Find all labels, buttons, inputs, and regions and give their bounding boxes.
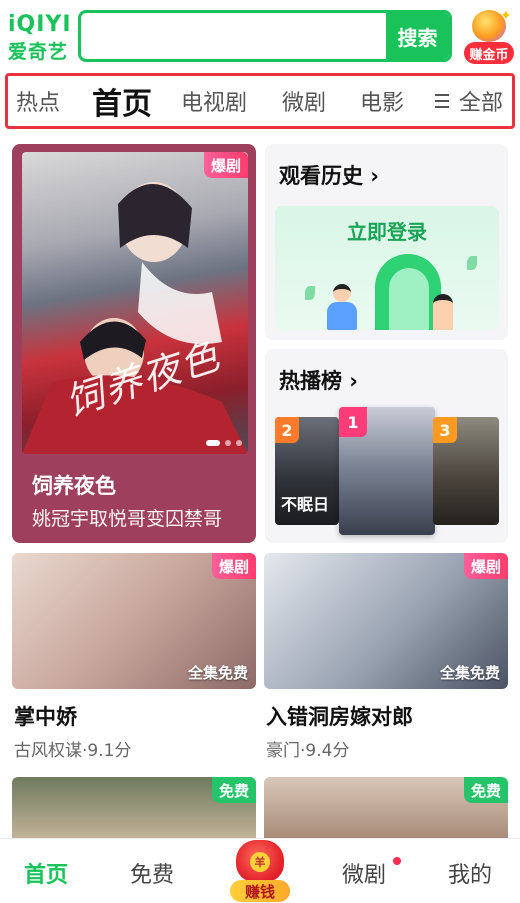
channel-tabs: 热点 首页 电视剧 微剧 电影 全部 <box>5 73 515 129</box>
login-prompt[interactable]: 立即登录 <box>275 206 499 330</box>
bottom-nav-earn[interactable]: 羊 赚钱 <box>230 838 290 902</box>
person-illustration <box>327 284 357 330</box>
featured-poster: 饲养夜色 爆剧 <box>22 152 248 454</box>
watch-history-card[interactable]: 观看历史 › 立即登录 <box>265 144 508 340</box>
leaf-decoration <box>467 256 477 270</box>
drama-thumbnail: 免费 <box>264 777 508 839</box>
free-badge: 免费 <box>211 777 256 803</box>
tab-all-label: 全部 <box>459 91 504 116</box>
sparkle-icon: ✦ <box>500 8 512 24</box>
search-input[interactable] <box>81 13 389 59</box>
drama-card[interactable]: 免费 <box>264 777 508 839</box>
earn-coin-label: 赚金币 <box>464 42 514 64</box>
logo-text-en: iQIYI <box>8 12 72 37</box>
drama-title: 掌中娇 <box>14 705 77 729</box>
drama-thumbnail: 爆剧 全集免费 <box>12 553 256 689</box>
carousel-dots[interactable] <box>206 440 242 446</box>
featured-title: 饲养夜色 <box>32 474 116 498</box>
earn-coin-button[interactable]: ✦ 赚金币 <box>462 8 516 66</box>
drama-thumbnail: 爆剧 全集免费 <box>264 553 508 689</box>
featured-subtitle: 姚冠宇取悦哥变囚禁哥 <box>32 508 223 530</box>
hot-ranking-card[interactable]: 热播榜 › 2 不眠日 1 3 <box>265 349 508 543</box>
poster-illustration <box>22 182 248 454</box>
notification-dot <box>393 857 401 865</box>
bottom-nav-free[interactable]: 免费 <box>130 857 174 889</box>
bottom-nav-micro-drama[interactable]: 微剧 <box>342 857 386 889</box>
drama-meta: 古风权谋·9.1分 <box>14 741 132 761</box>
bottom-nav-mine[interactable]: 我的 <box>448 857 492 889</box>
drama-thumbnail: 免费 <box>12 777 256 839</box>
earn-money-label: 赚钱 <box>230 880 290 902</box>
tab-all[interactable]: 全部 <box>435 76 503 126</box>
featured-drama-card[interactable]: 饲养夜色 爆剧 饲养夜色 姚冠宇取悦哥变囚禁哥 <box>12 144 256 543</box>
ranking-item[interactable]: 1 <box>339 407 435 535</box>
hot-badge: 爆剧 <box>211 553 256 579</box>
drama-card[interactable]: 爆剧 全集免费 掌中娇 古风权谋·9.1分 <box>12 553 256 763</box>
ranking-caption: 不眠日 <box>281 495 330 514</box>
door-inner <box>389 268 429 330</box>
drama-card[interactable]: 免费 <box>12 777 256 839</box>
ranking-item[interactable]: 2 不眠日 <box>275 417 339 525</box>
drama-title: 入错洞房嫁对郎 <box>266 705 413 729</box>
leaf-decoration <box>305 286 315 300</box>
hot-ranking-title[interactable]: 热播榜 › <box>279 365 358 395</box>
rank-number: 1 <box>339 407 367 437</box>
logo-text-cn: 爱奇艺 <box>8 41 69 63</box>
hot-badge: 爆剧 <box>463 553 508 579</box>
tab-hot[interactable]: 热点 <box>16 76 60 126</box>
peeking-person-illustration <box>433 294 453 330</box>
tab-movie[interactable]: 电影 <box>360 76 404 126</box>
watch-history-title[interactable]: 观看历史 › <box>279 160 379 190</box>
rank-number: 2 <box>275 417 299 443</box>
tab-micro-drama[interactable]: 微剧 <box>282 76 326 126</box>
all-free-label: 全集免费 <box>439 664 500 682</box>
coin-icon: 羊 <box>250 852 270 872</box>
drama-meta: 豪门·9.4分 <box>266 741 350 761</box>
drama-card[interactable]: 爆剧 全集免费 入错洞房嫁对郎 豪门·9.4分 <box>264 553 508 763</box>
hot-badge: 爆剧 <box>203 152 248 178</box>
tab-home[interactable]: 首页 <box>92 76 152 126</box>
iqiyi-logo[interactable]: iQIYI 爱奇艺 <box>8 12 71 63</box>
search-bar: 搜索 <box>78 10 452 62</box>
search-button[interactable]: 搜索 <box>386 13 449 59</box>
menu-icon <box>435 93 449 109</box>
bottom-nav-home[interactable]: 首页 <box>24 857 68 889</box>
all-free-label: 全集免费 <box>187 664 248 682</box>
rank-number: 3 <box>433 417 457 443</box>
tab-tv-series[interactable]: 电视剧 <box>181 76 247 126</box>
ranking-item[interactable]: 3 <box>433 417 499 525</box>
login-button[interactable]: 立即登录 <box>275 216 499 245</box>
top-bar: iQIYI 爱奇艺 搜索 ✦ 赚金币 <box>0 0 520 72</box>
free-badge: 免费 <box>463 777 508 803</box>
